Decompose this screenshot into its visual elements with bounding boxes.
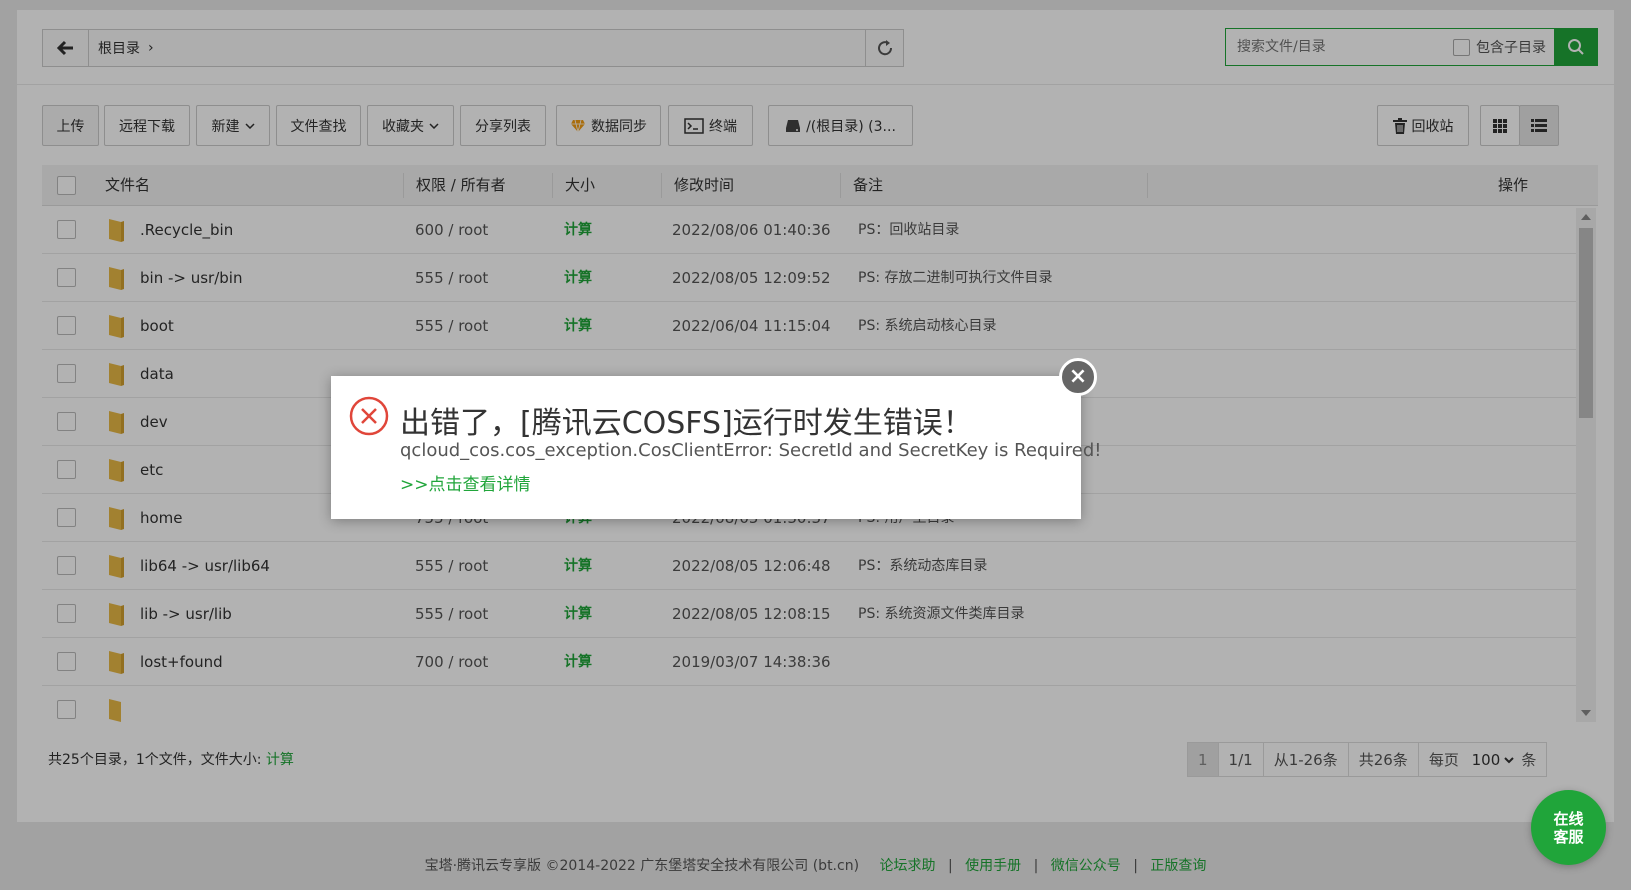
online-support-button[interactable]: 在线 客服: [1531, 790, 1606, 865]
close-icon[interactable]: ×: [1059, 358, 1097, 396]
error-dialog: 出错了，[腾讯云COSFS]运行时发生错误！ qcloud_cos.cos_ex…: [331, 358, 1101, 519]
error-title: 出错了，[腾讯云COSFS]运行时发生错误！: [400, 406, 973, 441]
online-support-line1: 在线: [1553, 809, 1584, 828]
view-details-link[interactable]: >>点击查看详情: [400, 470, 531, 495]
error-icon: [349, 396, 389, 436]
error-message: qcloud_cos.cos_exception.CosClientError:…: [400, 440, 1102, 461]
online-support-line2: 客服: [1553, 827, 1584, 846]
